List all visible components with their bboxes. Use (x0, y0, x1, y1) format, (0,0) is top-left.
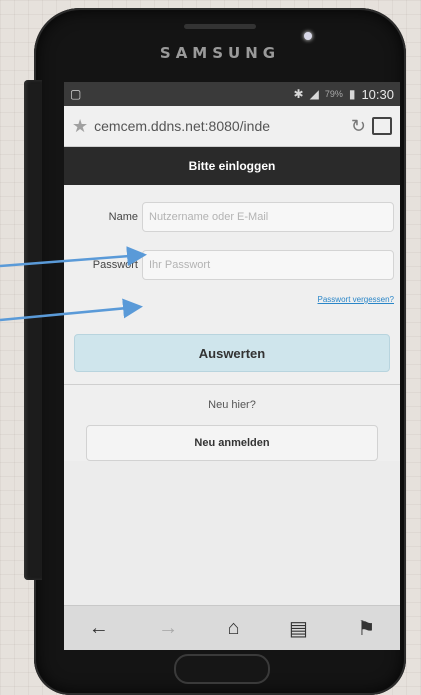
annotation-arrow-password (0, 298, 143, 322)
annotation-arrows (0, 246, 147, 322)
annotation-arrow-name (0, 246, 147, 268)
